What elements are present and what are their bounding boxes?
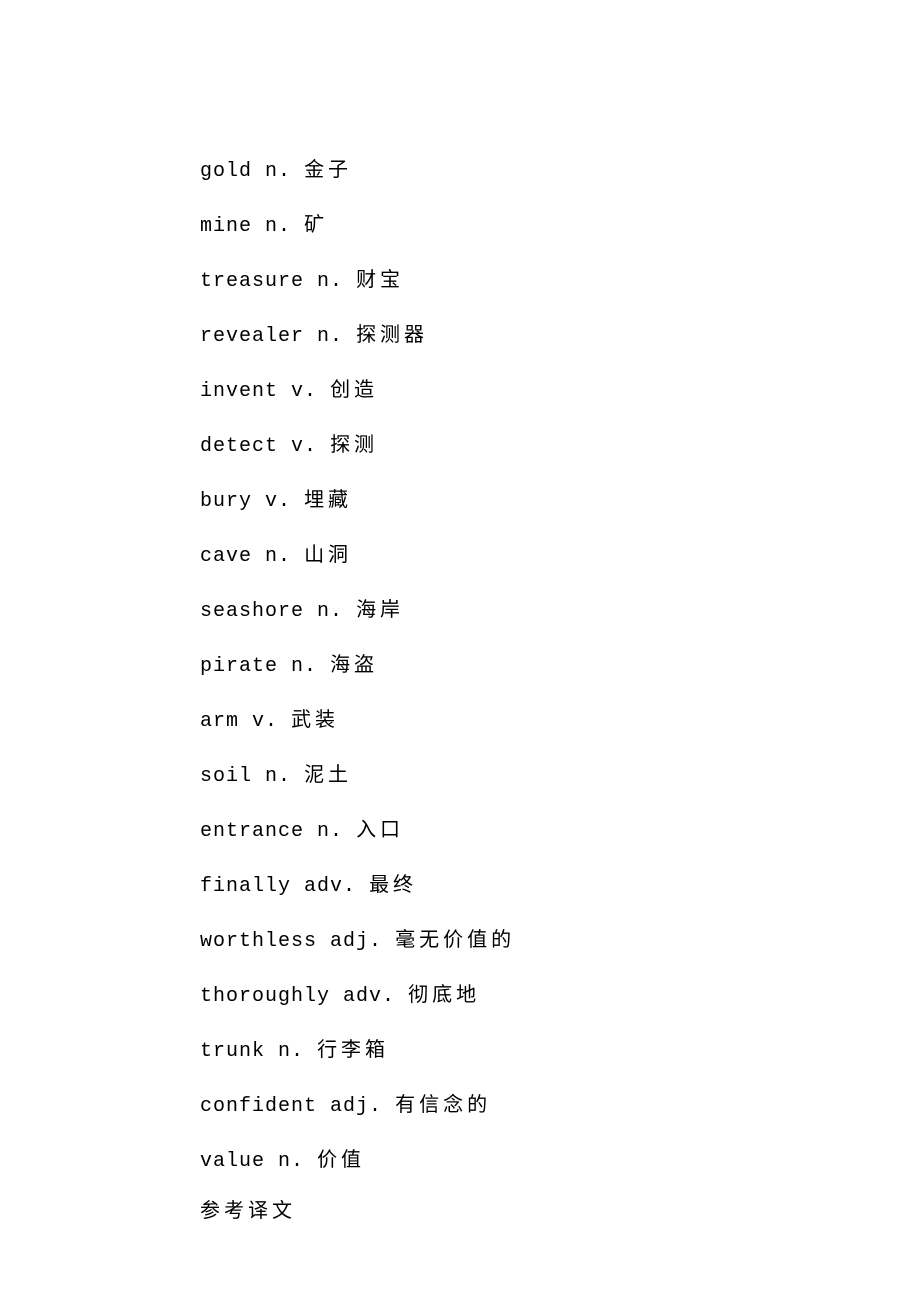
vocab-pos: adv. bbox=[343, 985, 395, 1008]
vocab-definition: 最终 bbox=[369, 874, 417, 896]
vocab-word: finally bbox=[200, 875, 291, 898]
vocab-entry: detect v. 探测 bbox=[200, 435, 920, 457]
vocab-definition: 金子 bbox=[304, 159, 352, 181]
vocab-word: arm bbox=[200, 710, 239, 733]
vocab-entry: gold n. 金子 bbox=[200, 160, 920, 182]
vocab-pos: adv. bbox=[304, 875, 356, 898]
vocab-definition: 彻底地 bbox=[408, 984, 480, 1006]
vocab-definition: 行李箱 bbox=[317, 1039, 389, 1061]
vocab-definition: 山洞 bbox=[304, 544, 352, 566]
vocab-entry: soil n. 泥土 bbox=[200, 765, 920, 787]
vocab-entry: worthless adj. 毫无价值的 bbox=[200, 930, 920, 952]
vocab-pos: n. bbox=[317, 325, 343, 348]
vocab-pos: n. bbox=[291, 655, 317, 678]
vocab-word: invent bbox=[200, 380, 278, 403]
vocab-pos: n. bbox=[317, 600, 343, 623]
vocab-pos: n. bbox=[317, 270, 343, 293]
vocab-definition: 泥土 bbox=[304, 764, 352, 786]
vocab-entry: arm v. 武装 bbox=[200, 710, 920, 732]
vocab-entry: value n. 价值 bbox=[200, 1150, 920, 1172]
vocab-definition: 价值 bbox=[317, 1149, 365, 1171]
vocab-definition: 毫无价值的 bbox=[395, 929, 515, 951]
vocab-entry: treasure n. 财宝 bbox=[200, 270, 920, 292]
vocab-pos: n. bbox=[278, 1040, 304, 1063]
vocab-pos: n. bbox=[265, 545, 291, 568]
vocab-pos: v. bbox=[291, 380, 317, 403]
vocab-pos: adj. bbox=[330, 1095, 382, 1118]
vocab-pos: n. bbox=[317, 820, 343, 843]
vocab-pos: v. bbox=[291, 435, 317, 458]
vocab-entry: finally adv. 最终 bbox=[200, 875, 920, 897]
vocab-word: gold bbox=[200, 160, 252, 183]
vocab-definition: 海岸 bbox=[356, 599, 404, 621]
vocab-word: value bbox=[200, 1150, 265, 1173]
vocab-word: entrance bbox=[200, 820, 304, 843]
vocabulary-list: gold n. 金子 mine n. 矿 treasure n. 财宝 reveale… bbox=[200, 160, 920, 1172]
vocab-pos: n. bbox=[278, 1150, 304, 1173]
vocab-word: revealer bbox=[200, 325, 304, 348]
vocab-word: mine bbox=[200, 215, 252, 238]
vocab-word: pirate bbox=[200, 655, 278, 678]
vocab-entry: pirate n. 海盗 bbox=[200, 655, 920, 677]
vocab-definition: 海盗 bbox=[330, 654, 378, 676]
vocab-pos: adj. bbox=[330, 930, 382, 953]
vocab-word: treasure bbox=[200, 270, 304, 293]
vocab-entry: cave n. 山洞 bbox=[200, 545, 920, 567]
footer-text: 参考译文 bbox=[200, 1201, 920, 1221]
vocab-word: seashore bbox=[200, 600, 304, 623]
vocab-entry: mine n. 矿 bbox=[200, 215, 920, 237]
vocab-pos: n. bbox=[265, 215, 291, 238]
vocab-word: confident bbox=[200, 1095, 317, 1118]
vocab-word: soil bbox=[200, 765, 252, 788]
vocab-entry: invent v. 创造 bbox=[200, 380, 920, 402]
vocab-definition: 财宝 bbox=[356, 269, 404, 291]
vocab-pos: n. bbox=[265, 765, 291, 788]
vocab-word: worthless bbox=[200, 930, 317, 953]
vocab-word: cave bbox=[200, 545, 252, 568]
vocab-entry: revealer n. 探测器 bbox=[200, 325, 920, 347]
vocab-pos: n. bbox=[265, 160, 291, 183]
vocab-definition: 入口 bbox=[356, 819, 404, 841]
vocab-definition: 探测器 bbox=[356, 324, 428, 346]
vocab-definition: 创造 bbox=[330, 379, 378, 401]
vocab-word: thoroughly bbox=[200, 985, 330, 1008]
vocab-word: trunk bbox=[200, 1040, 265, 1063]
vocab-pos: v. bbox=[252, 710, 278, 733]
vocab-word: bury bbox=[200, 490, 252, 513]
vocab-entry: confident adj. 有信念的 bbox=[200, 1095, 920, 1117]
vocab-entry: bury v. 埋藏 bbox=[200, 490, 920, 512]
vocab-definition: 矿 bbox=[304, 214, 328, 236]
vocab-pos: v. bbox=[265, 490, 291, 513]
vocab-word: detect bbox=[200, 435, 278, 458]
vocab-entry: trunk n. 行李箱 bbox=[200, 1040, 920, 1062]
vocab-definition: 埋藏 bbox=[304, 489, 352, 511]
vocab-entry: entrance n. 入口 bbox=[200, 820, 920, 842]
vocab-entry: thoroughly adv. 彻底地 bbox=[200, 985, 920, 1007]
vocab-definition: 有信念的 bbox=[395, 1094, 491, 1116]
vocab-definition: 武装 bbox=[291, 709, 339, 731]
vocab-definition: 探测 bbox=[330, 434, 378, 456]
vocab-entry: seashore n. 海岸 bbox=[200, 600, 920, 622]
